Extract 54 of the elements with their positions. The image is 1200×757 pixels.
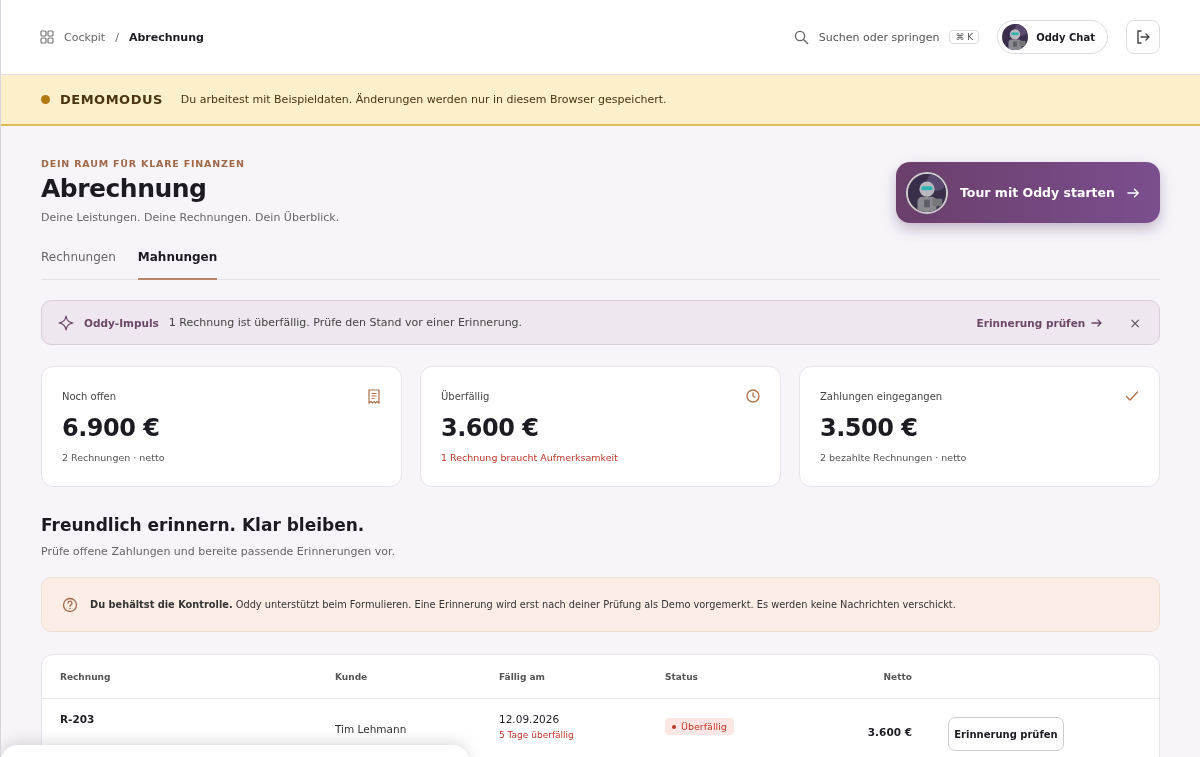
column-header: Kunde xyxy=(335,671,369,682)
table-cell-text: 3.600 € xyxy=(866,726,912,738)
page-title: Abrechnung xyxy=(41,174,208,203)
table-cell: 12.09.2026 xyxy=(499,713,560,725)
section-subtitle: Prüfe offene Zahlungen und bereite passende Erinnerungen vor. xyxy=(41,545,397,558)
stat-label: Überfällig xyxy=(441,391,490,402)
column-header: Netto xyxy=(882,671,912,682)
stat-note: 1 Rechnung braucht Aufmerksamkeit xyxy=(441,452,619,463)
impulse-text: 1 Rechnung ist überfällig. Prüfe den Stand vor einer Erinnerung. xyxy=(168,316,523,329)
column-header: Fällig am xyxy=(499,671,546,682)
breadcrumb-link[interactable]: Abrechnung xyxy=(128,30,204,44)
banner-title: DEMOMODUS xyxy=(60,92,163,107)
help-icon xyxy=(62,596,78,613)
stat-label: Noch offen xyxy=(62,391,117,402)
receipt-icon xyxy=(367,389,381,404)
breadcrumb-separator: / xyxy=(115,30,119,44)
arrow-icon xyxy=(1126,186,1140,199)
tour-button[interactable]: Tour mit Oddy starten xyxy=(896,162,1160,223)
clock-icon xyxy=(746,389,760,404)
eyebrow-text: DEIN RAUM FÜR KLARE FINANZEN xyxy=(41,158,246,169)
column-header: Status xyxy=(665,671,699,682)
status-dot xyxy=(41,95,50,104)
table-cell-text: Tim Lehmann xyxy=(335,723,408,735)
stat-label: Zahlungen eingegangen xyxy=(820,391,943,402)
review-button[interactable]: Erinnerung prüfen xyxy=(948,717,1064,751)
search-button[interactable]: Suchen oder springen ⌘ K xyxy=(793,29,980,45)
section-title: Freundlich erinnern. Klar bleiben. xyxy=(41,515,366,535)
stat-value: 6.900 € xyxy=(62,414,161,442)
status-badge: Überfällig xyxy=(665,718,734,735)
banner-text: Du arbeitest mit Beispieldaten. Änderungen werden nur in diesem Browser gespeichert. xyxy=(180,93,667,106)
table-cell-text: R-203 xyxy=(60,713,96,725)
stat-note: 2 bezahlte Rechnungen · netto xyxy=(820,452,968,463)
sparkle-icon xyxy=(58,314,74,331)
stat-value: 3.600 € xyxy=(441,414,540,442)
search-icon xyxy=(793,29,809,45)
column-header: Rechnung xyxy=(60,671,112,682)
tab[interactable]: Mahnungen xyxy=(137,246,218,280)
breadcrumb-link[interactable]: Cockpit xyxy=(64,30,106,44)
chat-button[interactable]: Oddy Chat xyxy=(997,20,1108,54)
overdue-note: 5 Tage überfällig xyxy=(499,730,575,740)
impulse-label: Oddy-Impuls xyxy=(84,316,159,329)
shortcut-key: ⌘ K xyxy=(949,30,980,44)
notice-text: Du behältst die Kontrolle. Oddy unterstützt beim Formulieren. Eine Erinnerung wird erst nach deiner Prüfung als Demo vorgemerkt. Es werden keine Nachrichten verschickt. xyxy=(90,599,956,610)
arrow-icon xyxy=(1091,317,1104,328)
stat-value: 3.500 € xyxy=(820,414,919,442)
tab[interactable]: Rechnungen xyxy=(41,246,116,280)
grid-icon xyxy=(40,30,54,44)
logout-icon xyxy=(1135,29,1151,45)
page-subtitle: Deine Leistungen. Deine Rechnungen. Dein Überblick. xyxy=(41,211,340,224)
stat-note: 2 Rechnungen · netto xyxy=(62,452,166,463)
review-link[interactable]: Erinnerung prüfen xyxy=(976,316,1104,329)
search-placeholder: Suchen oder springen xyxy=(818,30,940,44)
logout-button[interactable] xyxy=(1126,20,1160,54)
close-button[interactable]: × xyxy=(1127,314,1143,331)
